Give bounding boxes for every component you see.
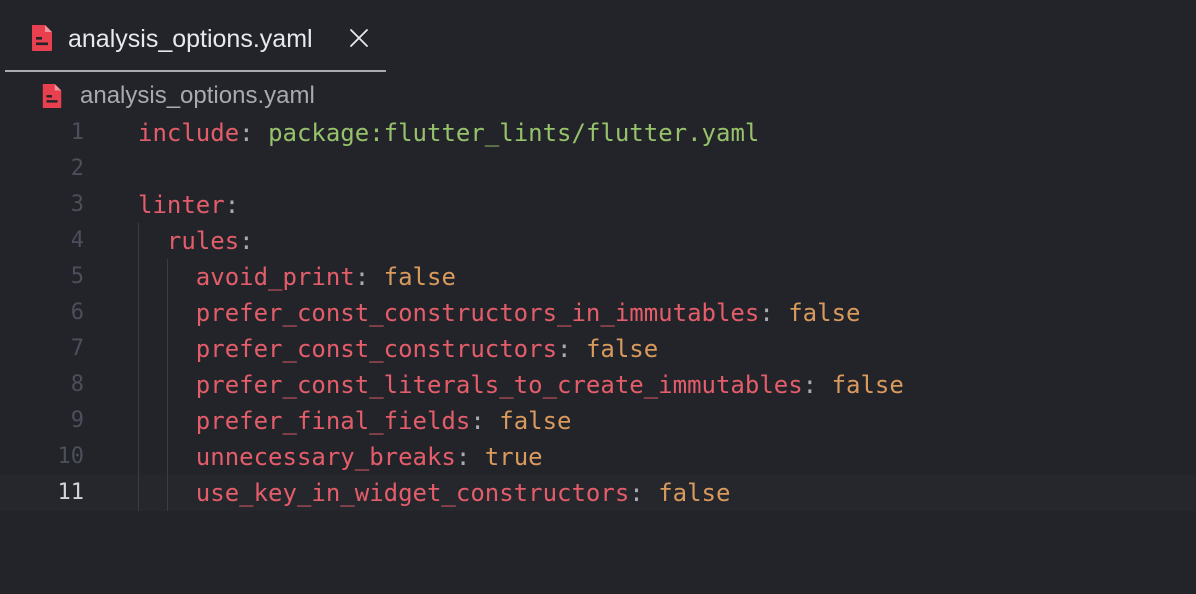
- yaml-boolean-value: false: [831, 371, 904, 399]
- indent-guide: [138, 223, 139, 511]
- yaml-separator: :: [239, 227, 254, 255]
- line-code: prefer_const_constructors: false: [138, 331, 658, 367]
- code-line[interactable]: 11 use_key_in_widget_constructors: false: [0, 475, 1196, 511]
- yaml-boolean-value: false: [585, 335, 659, 363]
- code-line[interactable]: 8 prefer_const_literals_to_create_immuta…: [0, 367, 1196, 403]
- close-icon[interactable]: [348, 27, 370, 49]
- yaml-file-icon: [32, 25, 52, 51]
- code-line[interactable]: 6 prefer_const_constructors_in_immutable…: [0, 295, 1196, 331]
- code-line[interactable]: 9 prefer_final_fields: false: [0, 403, 1196, 439]
- line-code: linter:: [138, 187, 239, 223]
- yaml-separator: :: [455, 443, 485, 471]
- line-number: 5: [70, 264, 84, 289]
- yaml-key: avoid_print: [195, 263, 355, 291]
- line-number: 8: [70, 372, 84, 397]
- line-number: 3: [70, 192, 84, 217]
- line-number: 6: [70, 300, 84, 325]
- yaml-separator: :: [802, 371, 832, 399]
- yaml-key: prefer_final_fields: [195, 407, 471, 435]
- yaml-boolean-value: false: [383, 263, 456, 291]
- yaml-separator: :: [239, 119, 269, 147]
- tab-bar: analysis_options.yaml: [0, 0, 1196, 72]
- yaml-key: include: [138, 119, 240, 147]
- line-code: prefer_const_constructors_in_immutables:…: [138, 295, 861, 331]
- line-code: include: package:flutter_lints/flutter.y…: [138, 115, 759, 151]
- indent-guide: [167, 259, 168, 511]
- code-line[interactable]: 7 prefer_const_constructors: false: [0, 331, 1196, 367]
- line-code: avoid_print: false: [138, 259, 456, 295]
- yaml-key: prefer_const_constructors_in_immutables: [195, 299, 760, 327]
- yaml-separator: :: [224, 191, 240, 219]
- yaml-boolean-value: false: [658, 479, 731, 507]
- line-code: rules:: [138, 223, 254, 259]
- code-line[interactable]: 1 include: package:flutter_lints/flutter.…: [0, 115, 1196, 151]
- yaml-key: rules: [166, 227, 240, 255]
- code-line[interactable]: 3 linter:: [0, 187, 1196, 223]
- yaml-file-icon: [42, 84, 62, 108]
- line-number: 10: [57, 444, 85, 469]
- yaml-key: use_key_in_widget_constructors: [195, 479, 630, 507]
- yaml-boolean-value: true: [484, 443, 543, 471]
- line-number: 7: [70, 336, 84, 361]
- code-editor[interactable]: 1 include: package:flutter_lints/flutter.…: [0, 115, 1196, 594]
- yaml-key: linter: [138, 191, 225, 219]
- yaml-separator: :: [557, 335, 586, 363]
- yaml-string-value: package:flutter_lints/flutter.yaml: [268, 119, 760, 147]
- line-code: use_key_in_widget_constructors: false: [138, 475, 731, 511]
- yaml-separator: :: [759, 299, 789, 327]
- line-number: 11: [57, 480, 85, 505]
- yaml-key: prefer_const_literals_to_create_immutabl…: [195, 371, 803, 399]
- line-number: 4: [70, 228, 84, 253]
- tab-label: analysis_options.yaml: [68, 25, 313, 53]
- code-line[interactable]: 2: [0, 151, 1196, 187]
- yaml-boolean-value: false: [499, 407, 572, 435]
- tab-analysis-options[interactable]: analysis_options.yaml: [5, 0, 386, 72]
- code-line[interactable]: 5 avoid_print: false: [0, 259, 1196, 295]
- line-code: prefer_const_literals_to_create_immutabl…: [138, 367, 904, 403]
- yaml-key: unnecessary_breaks: [195, 443, 456, 471]
- line-number: 1: [70, 120, 84, 145]
- yaml-separator: :: [470, 407, 500, 435]
- yaml-separator: :: [629, 479, 659, 507]
- line-number: 2: [70, 156, 84, 181]
- code-line[interactable]: 4 rules:: [0, 223, 1196, 259]
- line-number: 9: [70, 408, 84, 433]
- line-code: prefer_final_fields: false: [138, 403, 572, 439]
- breadcrumb[interactable]: analysis_options.yaml: [0, 74, 1196, 118]
- yaml-key: prefer_const_constructors: [195, 335, 558, 363]
- code-line[interactable]: 10 unnecessary_breaks: true: [0, 439, 1196, 475]
- breadcrumb-label: analysis_options.yaml: [80, 82, 315, 109]
- yaml-boolean-value: false: [788, 299, 861, 327]
- line-code: unnecessary_breaks: true: [138, 439, 543, 475]
- yaml-separator: :: [354, 263, 384, 291]
